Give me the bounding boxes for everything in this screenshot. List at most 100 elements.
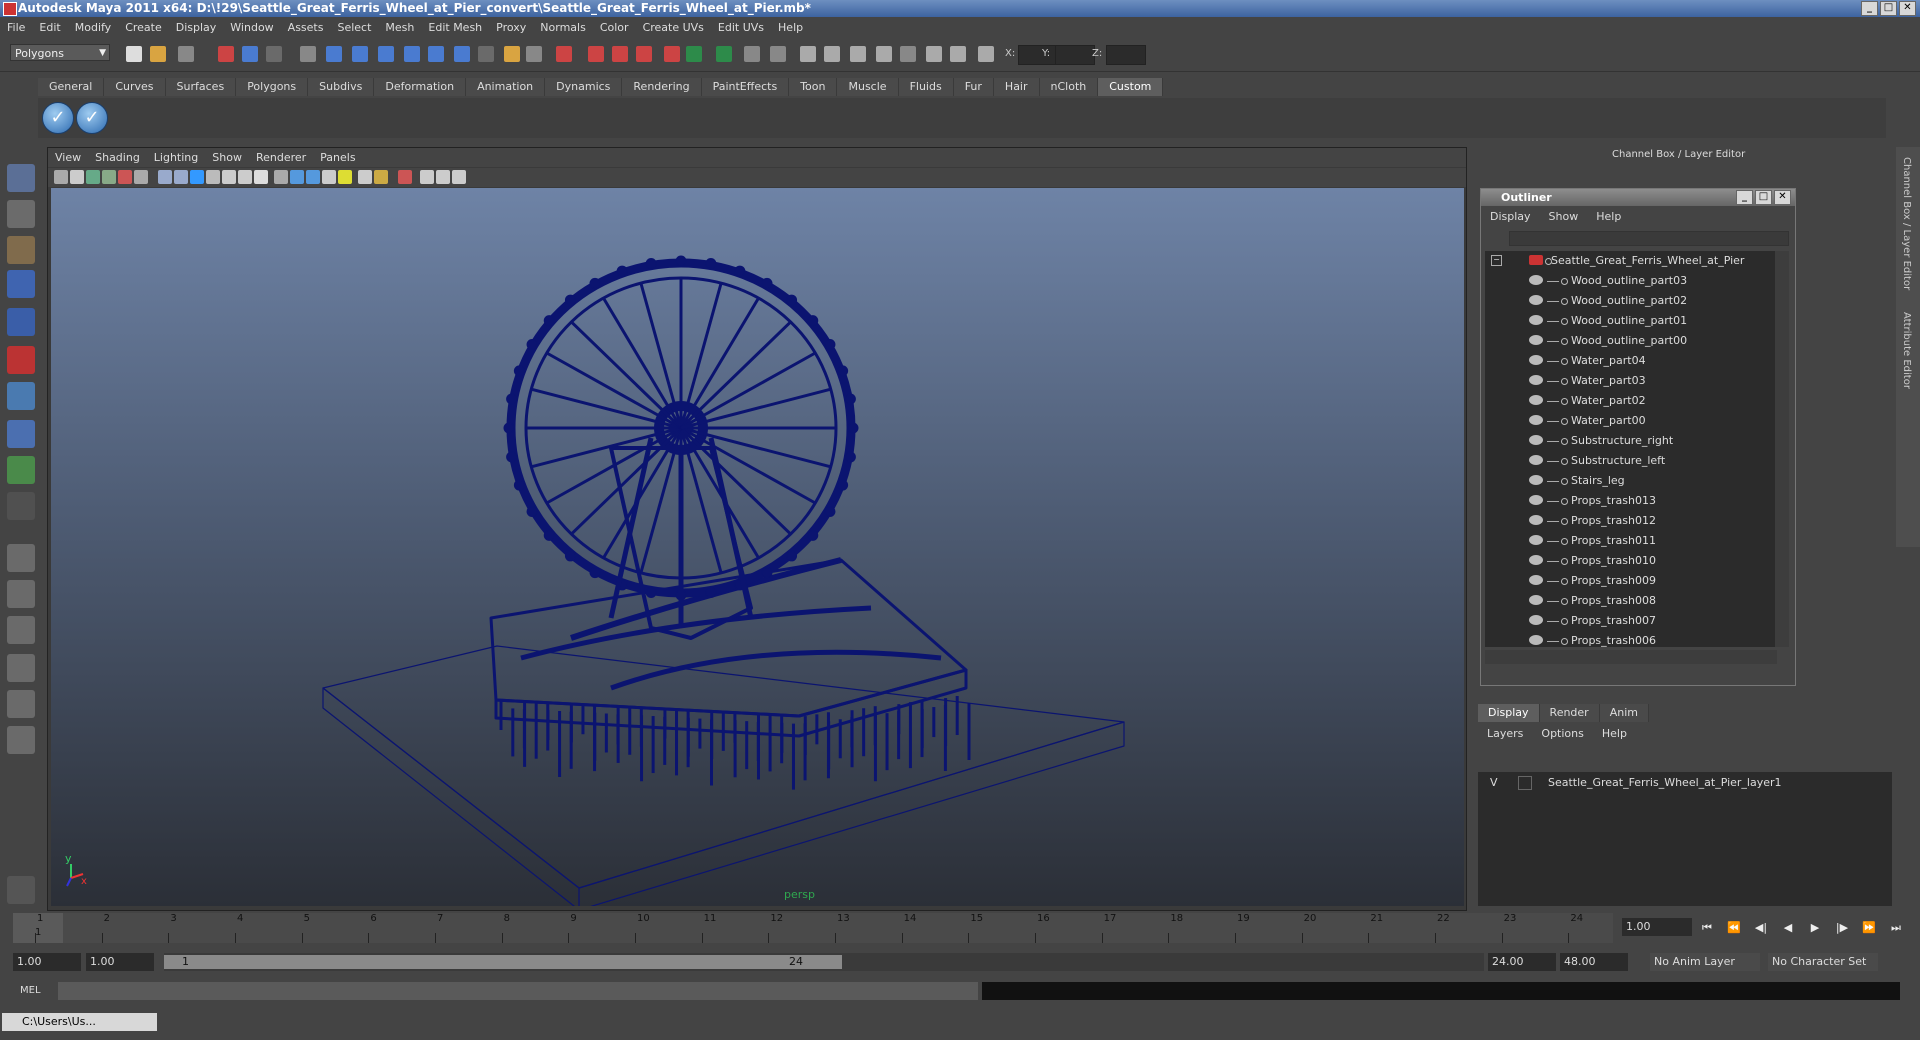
status-tool-icon[interactable] [950,46,966,62]
outliner-item-label[interactable]: Water_part02 [1571,394,1646,407]
menu-file[interactable]: File [0,21,32,34]
mel-label[interactable]: MEL [20,985,41,996]
outliner-item[interactable]: Wood_outline_part01 [1485,311,1777,331]
viewport-tool-icon[interactable] [206,170,220,184]
outliner-item[interactable]: Props_trash012 [1485,511,1777,531]
layer-color-swatch[interactable] [1518,776,1532,790]
minimized-window[interactable]: C:\Users\Us... [2,1013,157,1031]
scale-tool-icon[interactable] [7,346,35,374]
y-coord-field[interactable] [1055,45,1095,65]
outliner-item[interactable]: Water_part04 [1485,351,1777,371]
go-to-end-icon[interactable]: ⏭ [1887,920,1905,936]
menu-help[interactable]: Help [771,21,810,34]
animation-start-field[interactable]: 1.00 [13,953,81,971]
viewport-menu-show[interactable]: Show [205,151,249,164]
viewport-tool-icon[interactable] [102,170,116,184]
step-forward-frame-icon[interactable]: |▶ [1833,920,1851,936]
outliner-item-label[interactable]: Water_part04 [1571,354,1646,367]
persp-outliner-layout-icon[interactable] [7,616,35,644]
viewport-menu-lighting[interactable]: Lighting [147,151,205,164]
shelf-tab-fluids[interactable]: Fluids [898,78,954,96]
step-forward-key-icon[interactable]: ⏩ [1860,920,1878,936]
z-coord-field[interactable] [1106,45,1146,65]
menu-proxy[interactable]: Proxy [489,21,533,34]
side-tab-channel-box[interactable]: Channel Box / Layer Editor [1901,157,1912,290]
outliner-item-label[interactable]: Water_part00 [1571,414,1646,427]
outliner-item[interactable]: Props_trash007 [1485,611,1777,631]
animation-end-field[interactable]: 48.00 [1560,953,1628,971]
maximize-button[interactable]: □ [1880,1,1897,16]
scene-canvas[interactable]: y x persp [51,188,1464,911]
status-tool-icon[interactable] [454,46,470,62]
move-tool-icon[interactable] [7,270,35,298]
outliner-item-label[interactable]: Seattle_Great_Ferris_Wheel_at_Pier [1551,254,1744,267]
layer-name[interactable]: Seattle_Great_Ferris_Wheel_at_Pier_layer… [1548,776,1782,789]
outliner-close-button[interactable]: ✕ [1774,190,1791,205]
menu-create-uvs[interactable]: Create UVs [636,21,711,34]
status-tool-icon[interactable] [404,46,420,62]
time-slider[interactable]: 1 2 3 4 5 6 7 8 9 10 11 12 13 14 15 16 17 18 19 20 21 22 23 24 1 [13,913,1613,943]
outliner-item[interactable]: Wood_outline_part02 [1485,291,1777,311]
viewport-tool-icon[interactable] [358,170,372,184]
range-slider[interactable]: 1 24 [164,953,1484,971]
status-tool-icon[interactable] [926,46,942,62]
status-tool-icon[interactable] [326,46,342,62]
go-to-start-icon[interactable]: ⏮ [1698,920,1716,936]
viewport-tool-icon[interactable] [254,170,268,184]
layer-menu-help[interactable]: Help [1593,727,1636,740]
status-tool-icon[interactable] [266,46,282,62]
outliner-menu-show[interactable]: Show [1540,210,1588,223]
menu-window[interactable]: Window [223,21,280,34]
close-button[interactable]: ✕ [1899,1,1916,16]
status-tool-icon[interactable] [218,46,234,62]
rotate-tool-icon[interactable] [7,308,35,336]
outliner-item[interactable]: Water_part03 [1485,371,1777,391]
outliner-item[interactable]: Props_trash009 [1485,571,1777,591]
shelf-tab-deformation[interactable]: Deformation [374,78,467,96]
menu-mesh[interactable]: Mesh [378,21,421,34]
layer-tab-display[interactable]: Display [1478,704,1540,722]
viewport-menu-shading[interactable]: Shading [88,151,147,164]
outliner-item-label[interactable]: Props_trash010 [1571,554,1656,567]
anim-layer-dropdown[interactable]: No Anim Layer [1650,953,1760,971]
play-forwards-icon[interactable]: ▶ [1806,920,1824,936]
range-slider-handle[interactable] [164,955,843,969]
menu-modify[interactable]: Modify [68,21,118,34]
persp-graph-layout-icon[interactable] [7,654,35,682]
outliner-horizontal-scrollbar[interactable] [1485,650,1777,664]
shelf-tab-polygons[interactable]: Polygons [236,78,309,96]
status-tool-icon[interactable] [428,46,444,62]
outliner-item-label[interactable]: Wood_outline_part00 [1571,334,1687,347]
status-tool-icon[interactable] [664,46,680,62]
outliner-item-label[interactable]: Wood_outline_part03 [1571,274,1687,287]
hypershade-layout-icon[interactable] [7,690,35,718]
outliner-menu-display[interactable]: Display [1481,210,1540,223]
outliner-item-label[interactable]: Props_trash012 [1571,514,1656,527]
outliner-item-label[interactable]: Props_trash006 [1571,634,1656,647]
viewport-tool-icon[interactable] [54,170,68,184]
four-view-layout-icon[interactable] [7,580,35,608]
status-tool-icon[interactable] [744,46,760,62]
shelf-tab-custom[interactable]: Custom [1098,78,1164,96]
menu-color[interactable]: Color [593,21,636,34]
select-tool-icon[interactable] [7,164,35,192]
shelf-tab-subdivs[interactable]: Subdivs [308,78,375,96]
shelf-tab-toon[interactable]: Toon [789,78,838,96]
status-tool-icon[interactable] [824,46,840,62]
outliner-item[interactable]: Wood_outline_part03 [1485,271,1777,291]
shelf-tab-painteffects[interactable]: PaintEffects [701,78,790,96]
status-tool-icon[interactable] [850,46,866,62]
play-backwards-icon[interactable]: ◀ [1779,920,1797,936]
viewport-tool-icon[interactable] [158,170,172,184]
collapse-icon[interactable]: − [1491,255,1502,266]
playback-start-field[interactable]: 1.00 [86,953,154,971]
shelf-tab-hair[interactable]: Hair [993,78,1040,96]
viewport-menu-panels[interactable]: Panels [313,151,362,164]
viewport-tool-icon[interactable] [420,170,434,184]
outliner-item-label[interactable]: Props_trash013 [1571,494,1656,507]
step-back-key-icon[interactable]: ⏪ [1725,920,1743,936]
menu-normals[interactable]: Normals [533,21,593,34]
outliner-item[interactable]: Props_trash006 [1485,631,1777,647]
side-tab-attribute-editor[interactable]: Attribute Editor [1901,312,1912,389]
menu-edit-mesh[interactable]: Edit Mesh [421,21,489,34]
